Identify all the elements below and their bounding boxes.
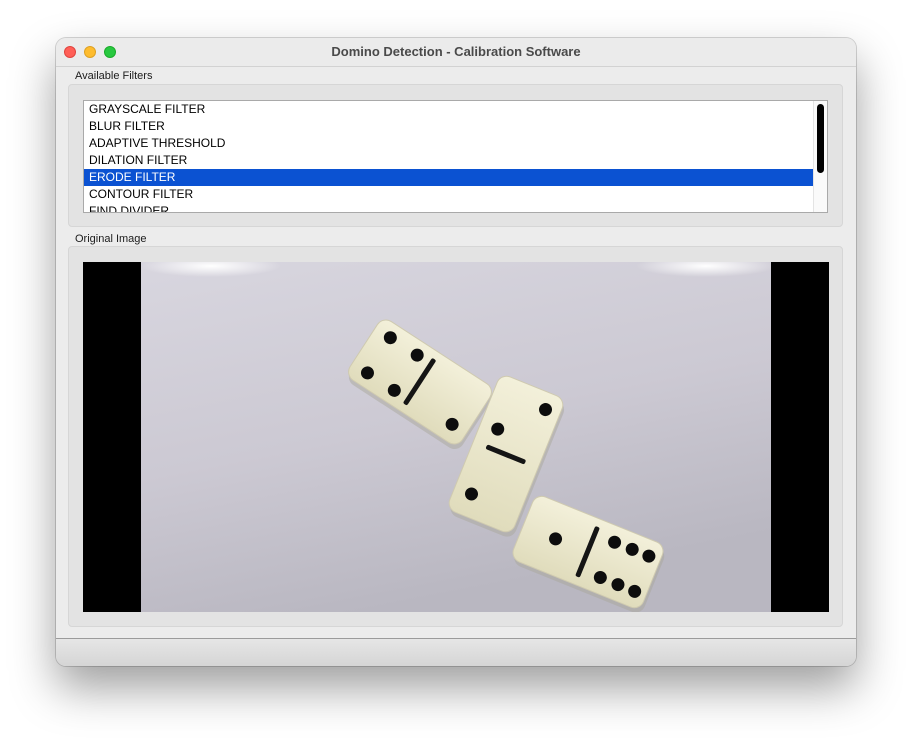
filter-item-blur[interactable]: BLUR FILTER [84, 118, 813, 135]
filter-item-dilation[interactable]: DILATION FILTER [84, 152, 813, 169]
status-bar [56, 639, 856, 666]
filters-group-label: Available Filters [75, 70, 153, 82]
image-group-label: Original Image [75, 233, 147, 245]
filter-item-grayscale[interactable]: GRAYSCALE FILTER [84, 101, 813, 118]
filters-scrollbar[interactable] [813, 101, 827, 212]
title-bar[interactable]: Domino Detection - Calibration Software [56, 38, 856, 67]
window-title: Domino Detection - Calibration Software [331, 44, 581, 59]
domino-photo [141, 262, 771, 612]
image-frame [83, 262, 829, 612]
filters-list[interactable]: GRAYSCALE FILTER BLUR FILTER ADAPTIVE TH… [83, 100, 828, 213]
filter-item-adaptive-threshold[interactable]: ADAPTIVE THRESHOLD [84, 135, 813, 152]
app-window: Domino Detection - Calibration Software … [56, 38, 856, 666]
filter-item-find-divider[interactable]: FIND DIVIDER [84, 203, 813, 212]
filter-item-erode-selected[interactable]: ERODE FILTER [84, 169, 813, 186]
filters-scrollbar-thumb[interactable] [817, 104, 824, 173]
filter-item-contour[interactable]: CONTOUR FILTER [84, 186, 813, 203]
